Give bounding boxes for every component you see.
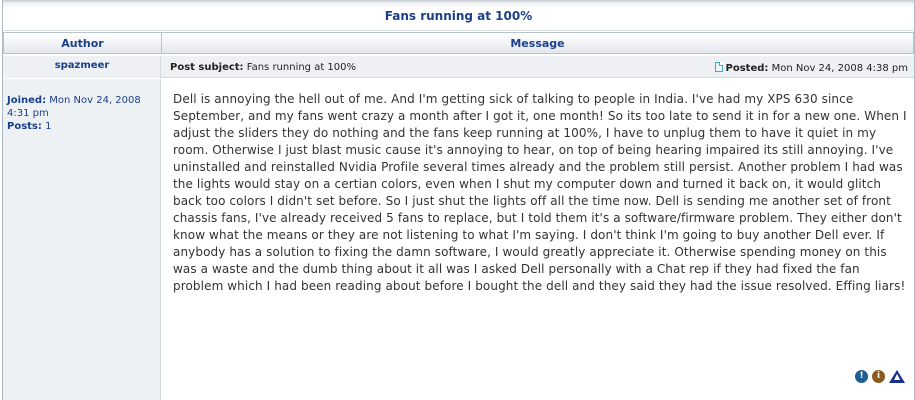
author-column-header: Author xyxy=(3,32,162,54)
posts-label: Posts: xyxy=(7,121,42,132)
report-icon[interactable]: ! xyxy=(855,370,868,383)
author-panel: spazmeer Joined: Mon Nov 24, 2008 4:31 p… xyxy=(3,56,161,400)
subject-label: Post subject: xyxy=(170,62,244,73)
joined-line: Joined: Mon Nov 24, 2008 4:31 pm xyxy=(7,94,157,120)
post-body: Dell is annoying the hell out of me. And… xyxy=(173,92,907,293)
topic-title-link[interactable]: Fans running at 100% xyxy=(385,9,533,23)
message-column-header: Message xyxy=(161,32,914,54)
posted-label: Posted: xyxy=(725,63,769,74)
post-subject-bar: Post subject: Fans running at 100% Poste… xyxy=(161,56,914,78)
post-date: Posted: Mon Nov 24, 2008 4:38 pm xyxy=(714,62,908,74)
subject-value: Fans running at 100% xyxy=(246,62,357,73)
joined-label: Joined: xyxy=(7,95,47,106)
author-details: Joined: Mon Nov 24, 2008 4:31 pm Posts: … xyxy=(7,94,157,133)
posts-line: Posts: 1 xyxy=(7,120,157,133)
post-frame: Fans running at 100% Author Message spaz… xyxy=(2,0,915,400)
posts-count: 1 xyxy=(45,121,52,132)
author-name[interactable]: spazmeer xyxy=(3,60,161,71)
post-actions: ! i ▲ xyxy=(855,370,905,383)
top-icon[interactable]: ▲ xyxy=(889,370,905,383)
author-divider xyxy=(3,78,161,79)
posted-value: Mon Nov 24, 2008 4:38 pm xyxy=(771,63,908,74)
topic-header: Fans running at 100% xyxy=(3,0,914,31)
info-icon[interactable]: i xyxy=(872,370,885,383)
post-link-icon[interactable] xyxy=(714,62,723,72)
post-subject: Post subject: Fans running at 100% xyxy=(170,62,356,73)
